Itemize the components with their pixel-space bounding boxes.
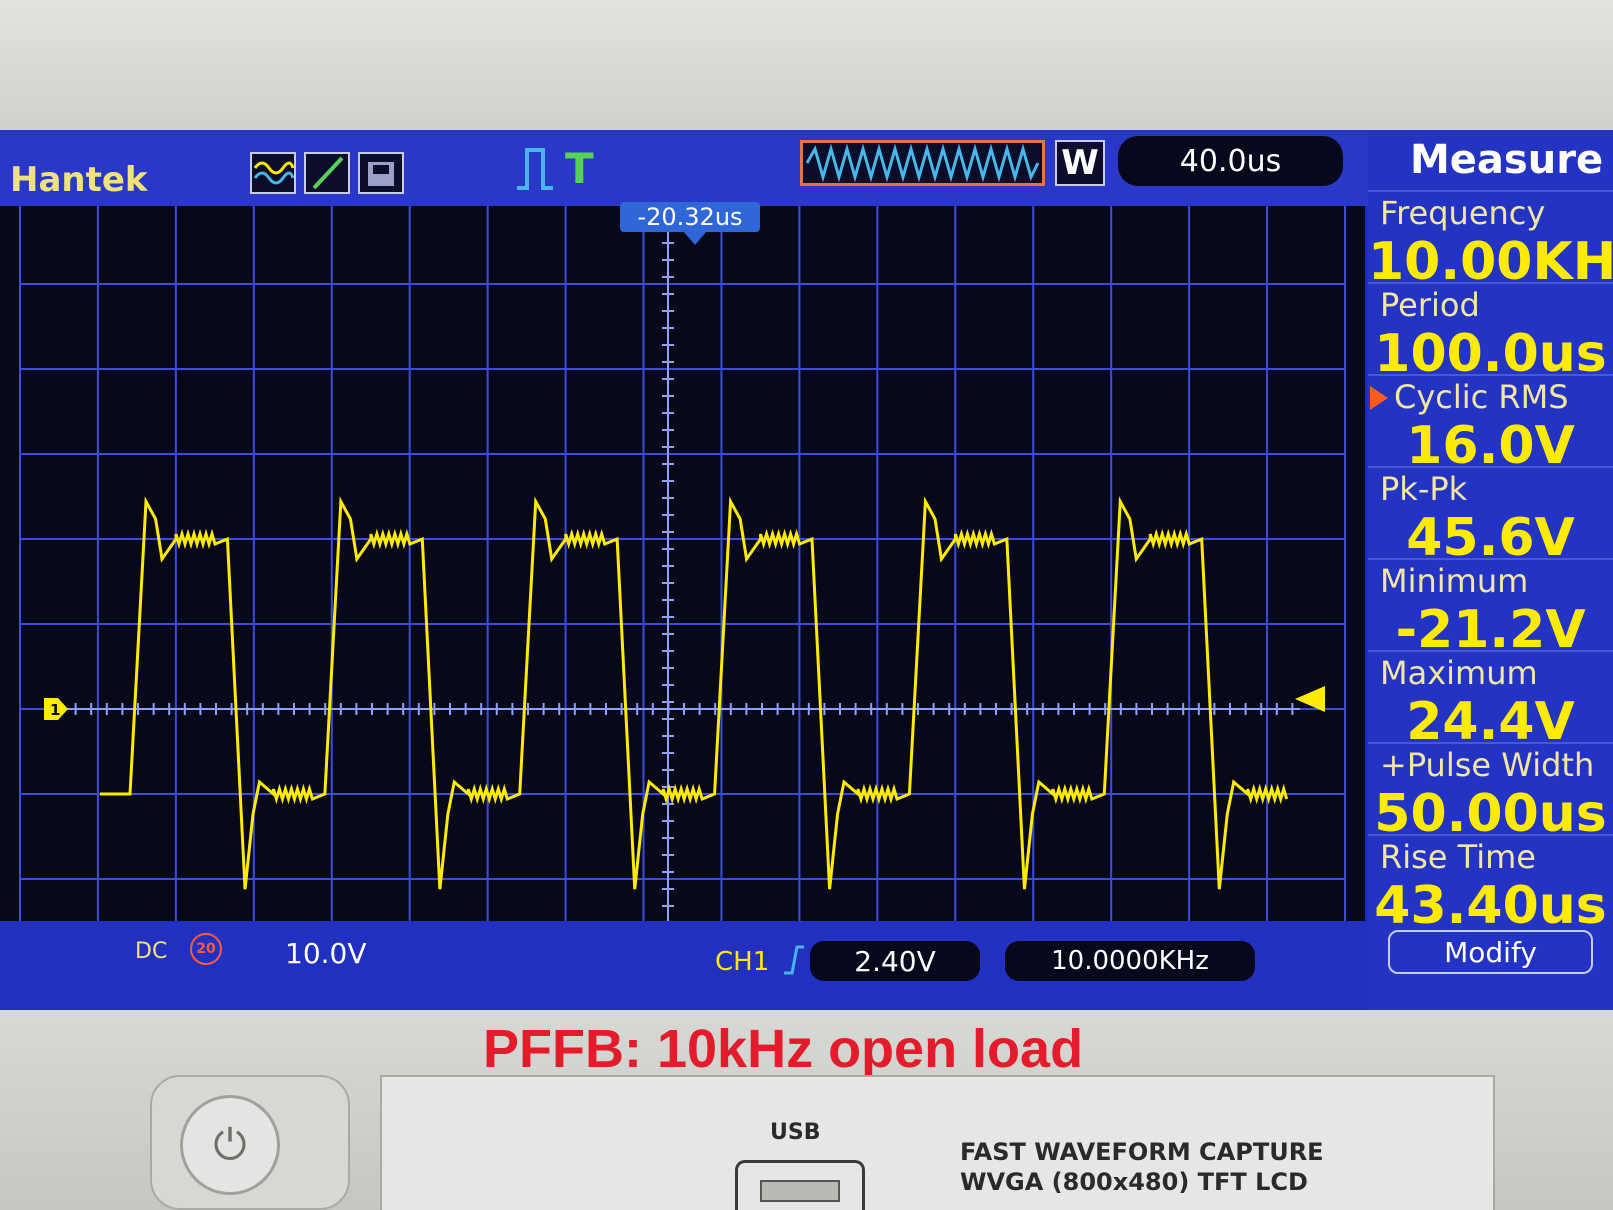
power-icon[interactable]: ⏻: [180, 1095, 280, 1195]
bottom-status-bar: DC 20 10.0V CH1 2.40V 10.0000KHz: [0, 921, 1368, 1010]
ch-waveform-icon[interactable]: [250, 152, 296, 194]
measure-item[interactable]: Cyclic RMS 16.0V: [1368, 374, 1613, 476]
oscilloscope-screen: Hantek T W 40.0us 1 -20.32us Measure Fre…: [0, 130, 1613, 1010]
save-icon[interactable]: [358, 152, 404, 194]
measure-label: +Pulse Width: [1380, 746, 1595, 784]
top-bezel: [0, 0, 1613, 130]
coupling-indicator[interactable]: DC: [135, 939, 167, 964]
feature-label-1: FAST WAVEFORM CAPTURE: [960, 1138, 1324, 1166]
measure-item[interactable]: Rise Time 43.40us: [1368, 834, 1613, 936]
measure-label: Cyclic RMS: [1394, 378, 1569, 416]
run-icon[interactable]: [515, 144, 555, 192]
trigger-position-pointer: [683, 231, 707, 245]
measure-item[interactable]: Minimum -21.2V: [1368, 558, 1613, 660]
modify-button[interactable]: Modify: [1388, 930, 1593, 974]
graticule-center-axes: [59, 225, 1300, 921]
measure-label: Frequency: [1380, 194, 1546, 232]
measure-item[interactable]: Period 100.0us: [1368, 282, 1613, 384]
trigger-level-readout[interactable]: 2.40V: [810, 941, 980, 981]
brand-logo: Hantek: [10, 160, 148, 200]
frequency-counter: 10.0000KHz: [1005, 941, 1255, 981]
ch1-volts-per-div[interactable]: 10.0V: [285, 937, 367, 970]
measure-label: Period: [1380, 286, 1480, 324]
feature-label-2: WVGA (800x480) TFT LCD: [960, 1168, 1308, 1196]
bandwidth-limit-icon[interactable]: 20: [190, 933, 222, 965]
measure-label: Maximum: [1380, 654, 1538, 692]
timebase-readout[interactable]: 40.0us: [1118, 136, 1343, 186]
measure-item[interactable]: Frequency10.00KHz: [1368, 190, 1613, 292]
measure-item[interactable]: Maximum 24.4V: [1368, 650, 1613, 752]
selected-arrow-icon: [1370, 386, 1388, 410]
run-trigger-icons: T: [515, 144, 594, 193]
measure-item[interactable]: +Pulse Width 50.00us: [1368, 742, 1613, 844]
measure-label: Minimum: [1380, 562, 1529, 600]
cursor-icon[interactable]: [304, 152, 350, 194]
measure-label: Pk-Pk: [1380, 470, 1468, 508]
measure-label: Rise Time: [1380, 838, 1536, 876]
ch1-trace: [100, 496, 1289, 890]
caption-text: PFFB: 10kHz open load: [483, 1019, 1084, 1079]
window-mode-indicator[interactable]: W: [1055, 140, 1105, 186]
memory-window-strip[interactable]: [800, 140, 1045, 186]
trigger-icon[interactable]: T: [565, 144, 594, 193]
measure-panel: Measure Frequency10.00KHzPeriod100.0usCy…: [1368, 130, 1613, 1010]
ch1-ground-marker[interactable]: 1: [44, 698, 68, 720]
measure-title: Measure: [1410, 137, 1604, 183]
measure-value: 43.40us: [1374, 876, 1607, 936]
ch1-marker-label: 1: [50, 701, 60, 719]
measure-item[interactable]: Pk-Pk 45.6V: [1368, 466, 1613, 568]
mode-icons: [250, 152, 404, 194]
usb-label: USB: [770, 1120, 821, 1145]
top-status-bar: Hantek T W 40.0us: [0, 130, 1370, 206]
rising-edge-icon: [784, 945, 804, 975]
graticule-grid: [19, 206, 1346, 921]
front-panel: [380, 1075, 1495, 1210]
trigger-source[interactable]: CH1: [715, 947, 769, 977]
waveform-display: 1: [0, 206, 1365, 921]
usb-port[interactable]: [760, 1180, 840, 1202]
trigger-position-readout[interactable]: -20.32us: [620, 202, 760, 232]
